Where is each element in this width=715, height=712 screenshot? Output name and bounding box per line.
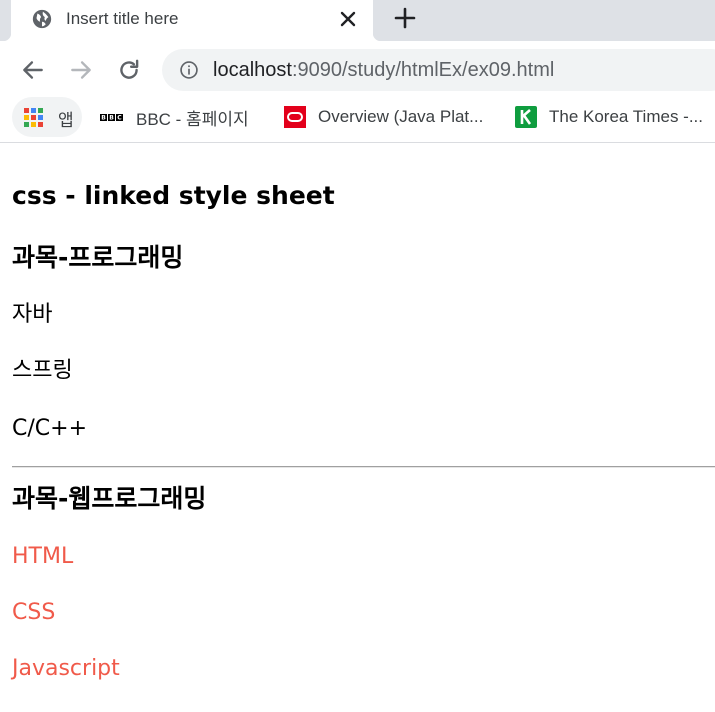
svg-text:B: B bbox=[109, 115, 114, 122]
tab-strip: Insert title here bbox=[0, 0, 715, 41]
divider bbox=[12, 466, 715, 468]
list-item: Javascript bbox=[12, 656, 120, 681]
bookmark-bbc[interactable]: B B C BBC - 홈페이지 bbox=[100, 97, 249, 137]
bookmark-label: Overview (Java Plat... bbox=[318, 107, 484, 126]
url-host: localhost bbox=[213, 59, 292, 81]
list-item: C/C++ bbox=[12, 416, 88, 441]
forward-arrow-icon[interactable] bbox=[68, 57, 94, 83]
info-icon[interactable] bbox=[179, 60, 199, 80]
browser-tab[interactable]: Insert title here bbox=[3, 0, 381, 41]
url-text[interactable]: localhost:9090/study/htmlEx/ex09.html bbox=[213, 59, 554, 81]
bookmark-label: 앱 bbox=[58, 111, 74, 130]
svg-text:C: C bbox=[117, 115, 122, 122]
page-heading: css - linked style sheet bbox=[12, 181, 335, 210]
bookmark-korea-times[interactable]: The Korea Times -... bbox=[515, 97, 703, 137]
korea-times-logo-icon bbox=[515, 106, 537, 128]
back-arrow-icon[interactable] bbox=[20, 57, 46, 83]
browser-toolbar: localhost:9090/study/htmlEx/ex09.html bbox=[0, 41, 715, 97]
url-path: :9090/study/htmlEx/ex09.html bbox=[291, 59, 555, 81]
bookmark-apps[interactable]: 앱 bbox=[12, 97, 82, 137]
list-item: 스프링 bbox=[12, 358, 73, 383]
tab-title: Insert title here bbox=[66, 9, 179, 28]
list-item: CSS bbox=[12, 600, 56, 625]
list-item: HTML bbox=[12, 544, 74, 569]
bookmark-label: The Korea Times -... bbox=[549, 107, 703, 126]
oracle-logo-icon bbox=[284, 106, 306, 128]
globe-icon bbox=[32, 9, 52, 29]
address-bar[interactable]: localhost:9090/study/htmlEx/ex09.html bbox=[162, 49, 715, 91]
apps-grid-icon bbox=[24, 108, 43, 127]
bookmark-label: BBC - 홈페이지 bbox=[136, 109, 249, 129]
reload-icon[interactable] bbox=[116, 57, 142, 83]
close-icon[interactable] bbox=[336, 7, 360, 31]
section-programming-title: 과목-프로그래밍 bbox=[12, 243, 184, 272]
new-tab-plus-icon[interactable] bbox=[393, 6, 417, 30]
section-web-programming-title: 과목-웹프로그래밍 bbox=[12, 484, 207, 513]
svg-text:B: B bbox=[101, 115, 106, 122]
list-item: 자바 bbox=[12, 302, 53, 327]
bbc-logo-icon: B B C bbox=[100, 114, 123, 122]
bookmark-java-overview[interactable]: Overview (Java Plat... bbox=[284, 97, 483, 137]
bookmarks-bar: 앱 B B C BBC - 홈페이지 Overview (Java Plat..… bbox=[0, 97, 715, 143]
